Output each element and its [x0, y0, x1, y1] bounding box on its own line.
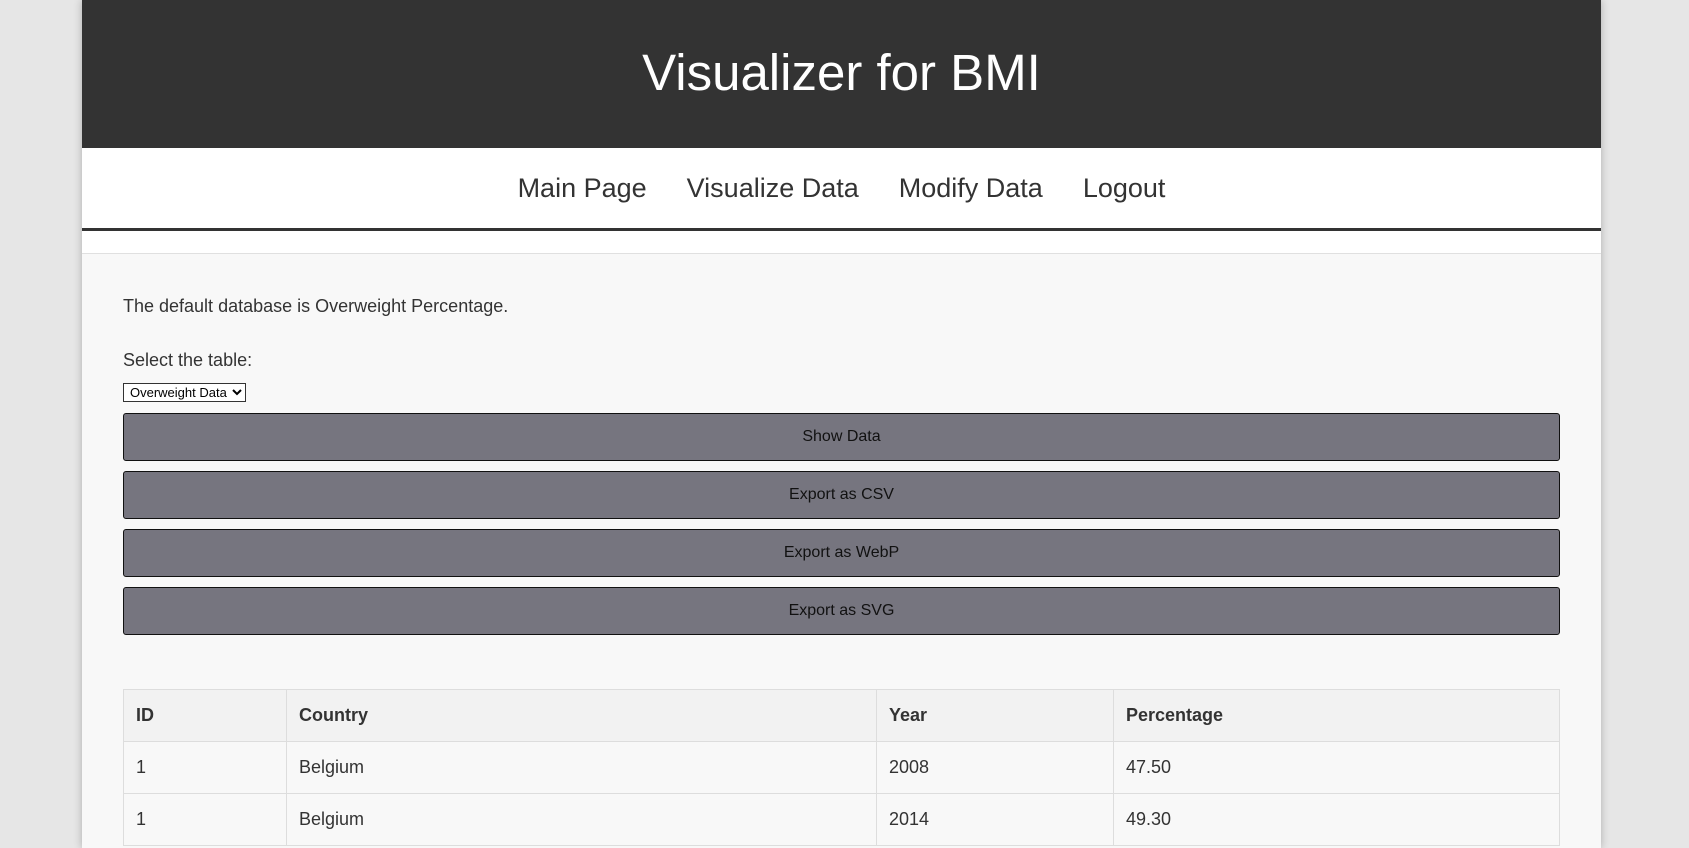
main-nav: Main Page Visualize Data Modify Data Log…	[82, 148, 1601, 231]
select-label: Select the table:	[123, 350, 253, 370]
table-row: 1 Belgium 2008 47.50	[123, 741, 1560, 794]
cell-country: Belgium	[286, 793, 877, 846]
show-data-button[interactable]: Show Data	[123, 413, 1560, 461]
table-select[interactable]: Overweight Data	[123, 383, 246, 402]
cell-year: 2008	[876, 741, 1114, 794]
table-row: 1 Belgium 2014 49.30	[123, 793, 1560, 846]
nav-main-page[interactable]: Main Page	[518, 173, 647, 204]
column-header-year: Year	[876, 689, 1114, 742]
column-header-country: Country	[286, 689, 877, 742]
nav-visualize-data[interactable]: Visualize Data	[687, 173, 859, 204]
export-svg-button[interactable]: Export as SVG	[123, 587, 1560, 635]
data-table: ID Country Year Percentage 1 Belgium 200…	[123, 689, 1560, 846]
cell-id: 1	[123, 793, 287, 846]
export-webp-button[interactable]: Export as WebP	[123, 529, 1560, 577]
nav-logout[interactable]: Logout	[1083, 173, 1166, 204]
cell-country: Belgium	[286, 741, 877, 794]
site-header: Visualizer for BMI	[82, 0, 1601, 148]
select-wrapper: Overweight Data	[123, 383, 1560, 402]
export-csv-button[interactable]: Export as CSV	[123, 471, 1560, 519]
main-content: The default database is Overweight Perce…	[82, 253, 1601, 848]
cell-id: 1	[123, 741, 287, 794]
page-container: Visualizer for BMI Main Page Visualize D…	[82, 0, 1601, 848]
column-header-id: ID	[123, 689, 287, 742]
cell-percentage: 49.30	[1113, 793, 1560, 846]
site-title: Visualizer for BMI	[642, 43, 1041, 101]
cell-percentage: 47.50	[1113, 741, 1560, 794]
intro-text: The default database is Overweight Perce…	[123, 296, 509, 316]
cell-year: 2014	[876, 793, 1114, 846]
nav-modify-data[interactable]: Modify Data	[899, 173, 1043, 204]
column-header-percentage: Percentage	[1113, 689, 1560, 742]
table-header-row: ID Country Year Percentage	[123, 689, 1560, 742]
